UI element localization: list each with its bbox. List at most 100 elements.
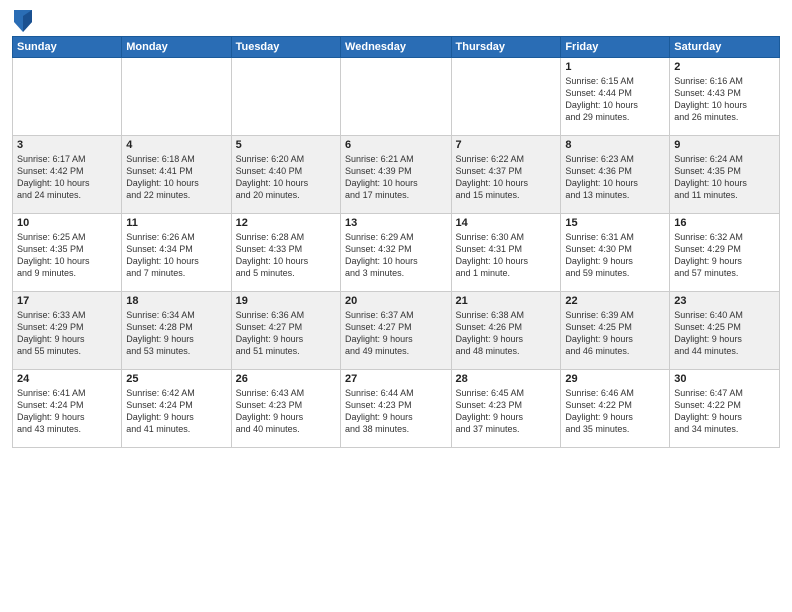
day-cell: 22 Sunrise: 6:39 AMSunset: 4:25 PMDayligh… [561, 292, 670, 370]
day-info: Sunrise: 6:16 AMSunset: 4:43 PMDaylight:… [674, 75, 775, 124]
day-cell: 25 Sunrise: 6:42 AMSunset: 4:24 PMDayligh… [122, 370, 231, 448]
day-number: 21 [456, 295, 557, 307]
calendar-table: SundayMondayTuesdayWednesdayThursdayFrid… [12, 36, 780, 448]
day-info: Sunrise: 6:33 AMSunset: 4:29 PMDaylight:… [17, 309, 117, 358]
day-number: 26 [236, 373, 336, 385]
day-number: 22 [565, 295, 665, 307]
logo [12, 10, 32, 30]
day-info: Sunrise: 6:41 AMSunset: 4:24 PMDaylight:… [17, 387, 117, 436]
day-info: Sunrise: 6:15 AMSunset: 4:44 PMDaylight:… [565, 75, 665, 124]
day-cell: 2 Sunrise: 6:16 AMSunset: 4:43 PMDaylight… [670, 58, 780, 136]
day-cell: 18 Sunrise: 6:34 AMSunset: 4:28 PMDayligh… [122, 292, 231, 370]
day-number: 17 [17, 295, 117, 307]
day-cell: 12 Sunrise: 6:28 AMSunset: 4:33 PMDayligh… [231, 214, 340, 292]
day-info: Sunrise: 6:40 AMSunset: 4:25 PMDaylight:… [674, 309, 775, 358]
day-info: Sunrise: 6:30 AMSunset: 4:31 PMDaylight:… [456, 231, 557, 280]
header [12, 10, 780, 30]
day-cell: 29Sunrise: 6:46 AMSunset: 4:22 PMDayligh… [561, 370, 670, 448]
day-cell: 1Sunrise: 6:15 AMSunset: 4:44 PMDaylight… [561, 58, 670, 136]
day-info: Sunrise: 6:36 AMSunset: 4:27 PMDaylight:… [236, 309, 336, 358]
day-cell: 8 Sunrise: 6:23 AMSunset: 4:36 PMDaylight… [561, 136, 670, 214]
day-number: 18 [126, 295, 226, 307]
day-info: Sunrise: 6:38 AMSunset: 4:26 PMDaylight:… [456, 309, 557, 358]
day-cell: 21 Sunrise: 6:38 AMSunset: 4:26 PMDayligh… [451, 292, 561, 370]
day-cell: 6 Sunrise: 6:21 AMSunset: 4:39 PMDaylight… [341, 136, 451, 214]
day-number: 7 [456, 139, 557, 151]
day-cell [451, 58, 561, 136]
day-info: Sunrise: 6:47 AMSunset: 4:22 PMDaylight:… [674, 387, 775, 436]
day-cell: 15Sunrise: 6:31 AMSunset: 4:30 PMDayligh… [561, 214, 670, 292]
day-number: 11 [126, 217, 226, 229]
day-number: 30 [674, 373, 775, 385]
day-cell [122, 58, 231, 136]
day-cell: 5 Sunrise: 6:20 AMSunset: 4:40 PMDaylight… [231, 136, 340, 214]
day-info: Sunrise: 6:20 AMSunset: 4:40 PMDaylight:… [236, 153, 336, 202]
day-number: 28 [456, 373, 557, 385]
day-info: Sunrise: 6:18 AMSunset: 4:41 PMDaylight:… [126, 153, 226, 202]
day-number: 3 [17, 139, 117, 151]
day-info: Sunrise: 6:22 AMSunset: 4:37 PMDaylight:… [456, 153, 557, 202]
day-cell: 27Sunrise: 6:44 AMSunset: 4:23 PMDayligh… [341, 370, 451, 448]
day-cell: 10Sunrise: 6:25 AMSunset: 4:35 PMDayligh… [13, 214, 122, 292]
day-info: Sunrise: 6:23 AMSunset: 4:36 PMDaylight:… [565, 153, 665, 202]
day-number: 19 [236, 295, 336, 307]
day-number: 8 [565, 139, 665, 151]
day-info: Sunrise: 6:28 AMSunset: 4:33 PMDaylight:… [236, 231, 336, 280]
day-cell: 23 Sunrise: 6:40 AMSunset: 4:25 PMDayligh… [670, 292, 780, 370]
weekday-saturday: Saturday [670, 37, 780, 58]
week-row-1: 1Sunrise: 6:15 AMSunset: 4:44 PMDaylight… [13, 58, 780, 136]
day-info: Sunrise: 6:43 AMSunset: 4:23 PMDaylight:… [236, 387, 336, 436]
page: SundayMondayTuesdayWednesdayThursdayFrid… [0, 0, 792, 612]
day-info: Sunrise: 6:32 AMSunset: 4:29 PMDaylight:… [674, 231, 775, 280]
day-number: 6 [345, 139, 446, 151]
day-number: 4 [126, 139, 226, 151]
day-info: Sunrise: 6:37 AMSunset: 4:27 PMDaylight:… [345, 309, 446, 358]
day-cell [231, 58, 340, 136]
day-info: Sunrise: 6:26 AMSunset: 4:34 PMDaylight:… [126, 231, 226, 280]
day-number: 14 [456, 217, 557, 229]
day-cell: 14 Sunrise: 6:30 AMSunset: 4:31 PMDayligh… [451, 214, 561, 292]
day-number: 2 [674, 61, 775, 73]
weekday-sunday: Sunday [13, 37, 122, 58]
day-info: Sunrise: 6:34 AMSunset: 4:28 PMDaylight:… [126, 309, 226, 358]
weekday-header-row: SundayMondayTuesdayWednesdayThursdayFrid… [13, 37, 780, 58]
day-cell: 4 Sunrise: 6:18 AMSunset: 4:41 PMDaylight… [122, 136, 231, 214]
day-cell: 3 Sunrise: 6:17 AMSunset: 4:42 PMDaylight… [13, 136, 122, 214]
day-info: Sunrise: 6:42 AMSunset: 4:24 PMDaylight:… [126, 387, 226, 436]
day-number: 16 [674, 217, 775, 229]
day-number: 25 [126, 373, 226, 385]
day-cell: 11 Sunrise: 6:26 AMSunset: 4:34 PMDayligh… [122, 214, 231, 292]
day-cell: 9Sunrise: 6:24 AMSunset: 4:35 PMDaylight… [670, 136, 780, 214]
day-cell: 28Sunrise: 6:45 AMSunset: 4:23 PMDayligh… [451, 370, 561, 448]
weekday-tuesday: Tuesday [231, 37, 340, 58]
day-number: 5 [236, 139, 336, 151]
day-info: Sunrise: 6:29 AMSunset: 4:32 PMDaylight:… [345, 231, 446, 280]
day-number: 24 [17, 373, 117, 385]
day-cell: 7 Sunrise: 6:22 AMSunset: 4:37 PMDaylight… [451, 136, 561, 214]
day-number: 15 [565, 217, 665, 229]
day-number: 9 [674, 139, 775, 151]
day-cell [341, 58, 451, 136]
day-number: 12 [236, 217, 336, 229]
day-cell: 30 Sunrise: 6:47 AMSunset: 4:22 PMDayligh… [670, 370, 780, 448]
day-number: 10 [17, 217, 117, 229]
day-number: 13 [345, 217, 446, 229]
day-cell: 24 Sunrise: 6:41 AMSunset: 4:24 PMDayligh… [13, 370, 122, 448]
day-info: Sunrise: 6:21 AMSunset: 4:39 PMDaylight:… [345, 153, 446, 202]
day-cell: 16 Sunrise: 6:32 AMSunset: 4:29 PMDayligh… [670, 214, 780, 292]
weekday-thursday: Thursday [451, 37, 561, 58]
logo-icon [14, 10, 32, 32]
day-cell: 13 Sunrise: 6:29 AMSunset: 4:32 PMDayligh… [341, 214, 451, 292]
day-cell [13, 58, 122, 136]
week-row-4: 17 Sunrise: 6:33 AMSunset: 4:29 PMDayligh… [13, 292, 780, 370]
day-cell: 19 Sunrise: 6:36 AMSunset: 4:27 PMDayligh… [231, 292, 340, 370]
day-info: Sunrise: 6:17 AMSunset: 4:42 PMDaylight:… [17, 153, 117, 202]
day-number: 23 [674, 295, 775, 307]
day-info: Sunrise: 6:39 AMSunset: 4:25 PMDaylight:… [565, 309, 665, 358]
day-number: 27 [345, 373, 446, 385]
day-number: 29 [565, 373, 665, 385]
weekday-wednesday: Wednesday [341, 37, 451, 58]
weekday-friday: Friday [561, 37, 670, 58]
day-cell: 26 Sunrise: 6:43 AMSunset: 4:23 PMDayligh… [231, 370, 340, 448]
day-cell: 20Sunrise: 6:37 AMSunset: 4:27 PMDayligh… [341, 292, 451, 370]
